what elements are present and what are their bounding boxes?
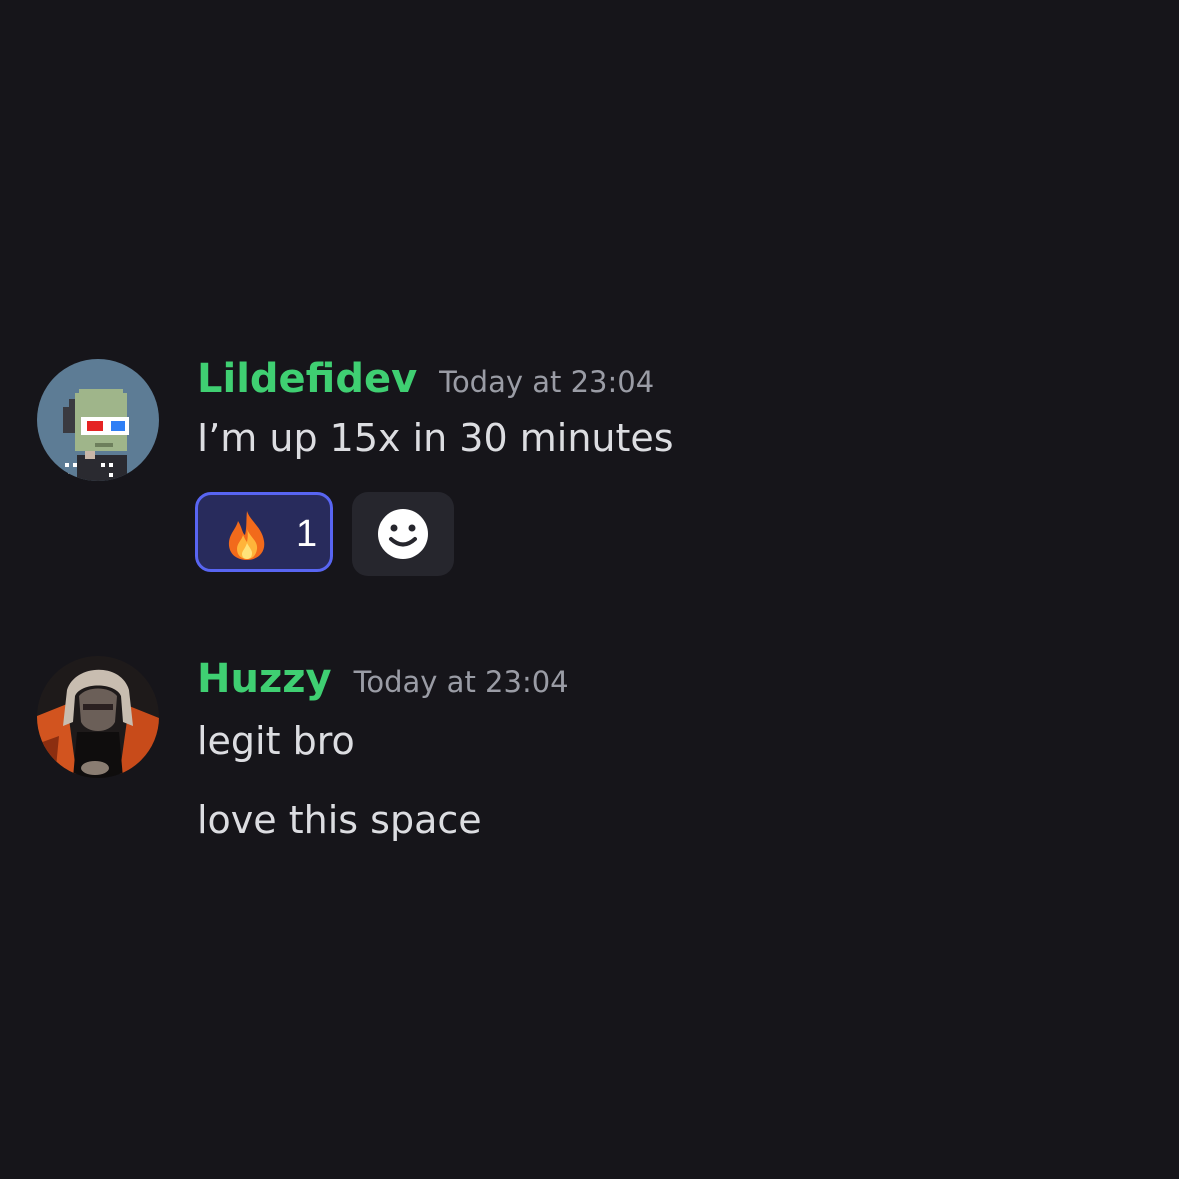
avatar-lildefidev[interactable] <box>37 359 159 481</box>
pixel-avatar-icon <box>37 359 159 481</box>
avatar-huzzy[interactable] <box>37 656 159 778</box>
fire-icon <box>224 509 270 565</box>
username[interactable]: Huzzy <box>197 656 332 702</box>
message-text: I’m up 15x in 30 minutes <box>197 416 674 460</box>
reaction-fire[interactable]: 1 <box>195 492 333 572</box>
message-header: Lildefidev Today at 23:04 <box>197 356 654 402</box>
timestamp: Today at 23:04 <box>439 365 655 399</box>
reaction-count: 1 <box>296 513 318 555</box>
message-text: love this space <box>197 798 482 842</box>
message-header: Huzzy Today at 23:04 <box>197 656 569 702</box>
smiley-face-icon <box>378 509 428 559</box>
timestamp: Today at 23:04 <box>353 665 569 699</box>
anime-avatar-icon <box>37 656 159 778</box>
add-reaction-button[interactable] <box>352 492 454 576</box>
message-text: legit bro <box>197 719 355 763</box>
username[interactable]: Lildefidev <box>197 356 417 402</box>
